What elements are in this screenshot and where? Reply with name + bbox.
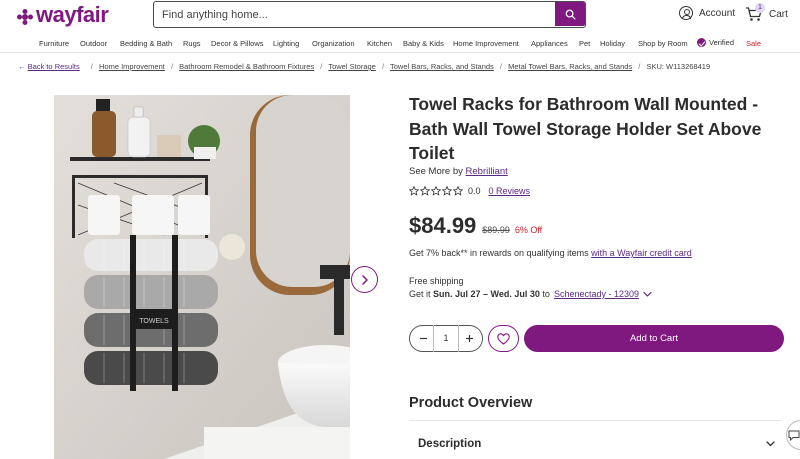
- star-icon: [420, 186, 430, 196]
- quantity-stepper: 1: [409, 325, 483, 352]
- delivery-dates: Sun. Jul 27 – Wed. Jul 30: [433, 289, 540, 299]
- nav-item-appliances[interactable]: Appliances: [531, 39, 568, 48]
- cart-count-badge: 1: [755, 3, 765, 13]
- product-image-illustration: TOWELS: [54, 95, 350, 459]
- description-label: Description: [418, 438, 482, 450]
- minus-icon: [419, 337, 427, 340]
- back-arrow-icon: ←: [18, 62, 26, 71]
- site-header: wayfair Account 1 Cart: [0, 0, 800, 34]
- breadcrumb-separator: /: [381, 62, 385, 71]
- breadcrumb-item-bathroom-remodel[interactable]: Bathroom Remodel & Bathroom Fixtures: [179, 62, 314, 71]
- breadcrumb-separator: /: [170, 62, 174, 71]
- brand-link[interactable]: Rebrilliant: [466, 166, 508, 177]
- nav-item-holiday[interactable]: Holiday: [600, 39, 625, 48]
- shipping-label: Free shipping: [409, 276, 464, 286]
- current-price: $84.99: [409, 213, 477, 238]
- nav-item-pet[interactable]: Pet: [579, 39, 590, 48]
- breadcrumb: ← Back to Results / Home Improvement / B…: [18, 62, 710, 71]
- description-accordion[interactable]: Description: [409, 420, 781, 459]
- discount-badge: 6% Off: [514, 225, 543, 235]
- search-button[interactable]: [555, 2, 585, 26]
- heart-icon: [497, 332, 510, 345]
- star-rating: [409, 186, 463, 196]
- nav-item-home-improvement[interactable]: Home Improvement: [453, 39, 519, 48]
- next-image-button[interactable]: [351, 266, 378, 293]
- chat-icon: [788, 430, 800, 441]
- delivery-prefix: Get it: [409, 289, 431, 299]
- chevron-right-icon: [361, 274, 368, 285]
- credit-card-link[interactable]: with a Wayfair credit card: [591, 248, 692, 258]
- wayfair-logo[interactable]: wayfair: [16, 2, 109, 27]
- nav-item-lighting[interactable]: Lighting: [273, 39, 299, 48]
- star-icon: [453, 186, 463, 196]
- search-bar: [153, 1, 586, 28]
- product-image[interactable]: TOWELS: [54, 95, 350, 459]
- rating-value: 0.0: [468, 186, 481, 196]
- breadcrumb-separator: /: [638, 62, 641, 71]
- towels-label: TOWELS: [139, 318, 169, 325]
- add-to-favorites-button[interactable]: [488, 325, 519, 352]
- product-overview-heading: Product Overview: [409, 395, 533, 411]
- nav-item-verified[interactable]: Verified: [697, 38, 734, 47]
- decrease-quantity-button[interactable]: [416, 332, 430, 346]
- nav-item-verified-label: Verified: [709, 38, 735, 47]
- wayfair-logo-mark-icon: [16, 6, 34, 25]
- nav-item-outdoor[interactable]: Outdoor: [80, 39, 107, 48]
- star-icon: [431, 186, 441, 196]
- breadcrumb-item-metal-towel-bars[interactable]: Metal Towel Bars, Racks, and Stands: [508, 62, 632, 71]
- price-block: $84.99 $89.99 6% Off: [409, 213, 542, 239]
- quantity-value[interactable]: 1: [433, 325, 459, 352]
- add-to-cart-button[interactable]: Add to Cart: [524, 325, 784, 352]
- sku-text: SKU: W113268419: [646, 62, 711, 71]
- delivery-to: to: [542, 289, 550, 299]
- back-to-results-link[interactable]: Back to Results: [28, 62, 80, 71]
- search-icon: [565, 9, 576, 20]
- account-label: Account: [699, 7, 736, 19]
- nav-item-organization[interactable]: Organization: [312, 39, 355, 48]
- rewards-text: Get 7% back** in rewards on qualifying i…: [409, 248, 589, 258]
- see-more-prefix: See More by: [409, 166, 463, 177]
- category-nav: Furniture Outdoor Bedding & Bath Rugs De…: [0, 34, 800, 53]
- account-icon: [679, 6, 693, 20]
- logo-text: wayfair: [36, 2, 109, 27]
- delivery-estimate: Get it Sun. Jul 27 – Wed. Jul 30 to Sche…: [409, 289, 652, 299]
- chevron-down-icon[interactable]: [643, 291, 652, 298]
- nav-item-shop-by-room[interactable]: Shop by Room: [638, 39, 688, 48]
- breadcrumb-item-home-improvement[interactable]: Home Improvement: [99, 62, 165, 71]
- breadcrumb-item-towel-storage[interactable]: Towel Storage: [328, 62, 376, 71]
- nav-item-rugs[interactable]: Rugs: [183, 39, 201, 48]
- nav-item-furniture[interactable]: Furniture: [39, 39, 69, 48]
- nav-item-decor-pillows[interactable]: Decor & Pillows: [211, 39, 264, 48]
- nav-item-bedding-bath[interactable]: Bedding & Bath: [120, 39, 172, 48]
- nav-item-kitchen[interactable]: Kitchen: [367, 39, 392, 48]
- rewards-info: Get 7% back** in rewards on qualifying i…: [409, 248, 692, 258]
- chat-button[interactable]: [786, 420, 800, 450]
- increase-quantity-button[interactable]: [462, 332, 476, 346]
- cart-label: Cart: [769, 8, 788, 20]
- see-more-by: See More by Rebrilliant: [409, 166, 508, 177]
- delivery-location-link[interactable]: Schenectady - 12309: [554, 289, 639, 299]
- nav-item-sale[interactable]: Sale: [746, 39, 761, 48]
- breadcrumb-item-towel-bars[interactable]: Towel Bars, Racks, and Stands: [390, 62, 494, 71]
- star-icon: [409, 186, 419, 196]
- account-button[interactable]: Account: [679, 6, 735, 20]
- nav-item-baby-kids[interactable]: Baby & Kids: [403, 39, 444, 48]
- product-title: Towel Racks for Bathroom Wall Mounted - …: [409, 94, 762, 163]
- product-rating: 0.0 0 Reviews: [409, 186, 530, 196]
- search-input[interactable]: [162, 7, 542, 23]
- verified-icon: [697, 38, 706, 47]
- breadcrumb-separator: /: [320, 62, 323, 71]
- chevron-down-icon: [766, 441, 775, 447]
- reviews-link[interactable]: 0 Reviews: [489, 186, 531, 196]
- cart-button[interactable]: 1 Cart: [745, 3, 788, 22]
- breadcrumb-separator: /: [499, 62, 502, 71]
- plus-icon: [465, 335, 473, 342]
- breadcrumb-separator: /: [90, 62, 93, 71]
- was-price: $89.99: [482, 225, 510, 235]
- star-icon: [442, 186, 452, 196]
